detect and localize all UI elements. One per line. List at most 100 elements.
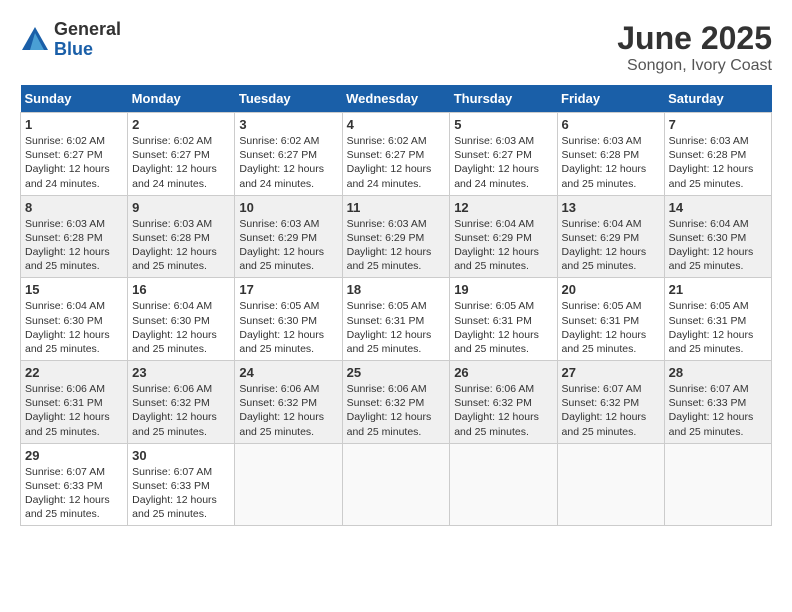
day-number: 26 [454,365,552,380]
day-number: 22 [25,365,123,380]
calendar-cell: 11 Sunrise: 6:03 AMSunset: 6:29 PMDayligh… [342,195,450,278]
calendar-cell: 8 Sunrise: 6:03 AMSunset: 6:28 PMDaylight… [21,195,128,278]
day-number: 30 [132,448,230,463]
calendar-header-row: Sunday Monday Tuesday Wednesday Thursday… [21,85,772,113]
header-monday: Monday [128,85,235,113]
day-info: Sunrise: 6:03 AMSunset: 6:28 PMDaylight:… [25,217,123,274]
day-info: Sunrise: 6:05 AMSunset: 6:31 PMDaylight:… [562,299,660,356]
day-number: 15 [25,282,123,297]
calendar-week-row: 22 Sunrise: 6:06 AMSunset: 6:31 PMDayligh… [21,361,772,444]
day-number: 6 [562,117,660,132]
day-number: 18 [347,282,446,297]
calendar-cell: 17 Sunrise: 6:05 AMSunset: 6:30 PMDayligh… [235,278,342,361]
calendar-cell: 4 Sunrise: 6:02 AMSunset: 6:27 PMDaylight… [342,113,450,196]
calendar-cell: 16 Sunrise: 6:04 AMSunset: 6:30 PMDayligh… [128,278,235,361]
day-number: 4 [347,117,446,132]
day-info: Sunrise: 6:05 AMSunset: 6:31 PMDaylight:… [347,299,446,356]
day-number: 24 [239,365,337,380]
calendar-cell: 12 Sunrise: 6:04 AMSunset: 6:29 PMDayligh… [450,195,557,278]
calendar-cell [664,443,771,526]
calendar-week-row: 15 Sunrise: 6:04 AMSunset: 6:30 PMDayligh… [21,278,772,361]
logo-blue: Blue [54,40,121,60]
day-number: 28 [669,365,767,380]
day-info: Sunrise: 6:04 AMSunset: 6:30 PMDaylight:… [25,299,123,356]
calendar-cell: 25 Sunrise: 6:06 AMSunset: 6:32 PMDayligh… [342,361,450,444]
calendar-week-row: 1Sunrise: 6:02 AMSunset: 6:27 PMDaylight… [21,113,772,196]
day-info: Sunrise: 6:02 AMSunset: 6:27 PMDaylight:… [347,134,446,191]
calendar-cell: 22 Sunrise: 6:06 AMSunset: 6:31 PMDayligh… [21,361,128,444]
main-title: June 2025 [617,20,772,57]
day-number: 13 [562,200,660,215]
day-number: 3 [239,117,337,132]
header-thursday: Thursday [450,85,557,113]
day-number: 9 [132,200,230,215]
calendar-cell: 30 Sunrise: 6:07 AMSunset: 6:33 PMDayligh… [128,443,235,526]
day-info: Sunrise: 6:04 AMSunset: 6:30 PMDaylight:… [669,217,767,274]
day-info: Sunrise: 6:06 AMSunset: 6:32 PMDaylight:… [454,382,552,439]
day-info: Sunrise: 6:06 AMSunset: 6:32 PMDaylight:… [347,382,446,439]
day-info: Sunrise: 6:03 AMSunset: 6:28 PMDaylight:… [562,134,660,191]
day-info: Sunrise: 6:04 AMSunset: 6:29 PMDaylight:… [454,217,552,274]
day-number: 2 [132,117,230,132]
day-number: 16 [132,282,230,297]
day-info: Sunrise: 6:04 AMSunset: 6:30 PMDaylight:… [132,299,230,356]
day-info: Sunrise: 6:03 AMSunset: 6:29 PMDaylight:… [347,217,446,274]
day-info: Sunrise: 6:02 AMSunset: 6:27 PMDaylight:… [239,134,337,191]
calendar-cell: 10 Sunrise: 6:03 AMSunset: 6:29 PMDayligh… [235,195,342,278]
calendar-cell: 23 Sunrise: 6:06 AMSunset: 6:32 PMDayligh… [128,361,235,444]
header-saturday: Saturday [664,85,771,113]
day-number: 29 [25,448,123,463]
day-number: 12 [454,200,552,215]
calendar-cell: 21 Sunrise: 6:05 AMSunset: 6:31 PMDayligh… [664,278,771,361]
day-info: Sunrise: 6:05 AMSunset: 6:30 PMDaylight:… [239,299,337,356]
day-info: Sunrise: 6:03 AMSunset: 6:27 PMDaylight:… [454,134,552,191]
calendar-cell: 18 Sunrise: 6:05 AMSunset: 6:31 PMDayligh… [342,278,450,361]
day-info: Sunrise: 6:07 AMSunset: 6:33 PMDaylight:… [25,465,123,522]
day-number: 17 [239,282,337,297]
day-number: 7 [669,117,767,132]
day-number: 27 [562,365,660,380]
day-number: 11 [347,200,446,215]
day-number: 23 [132,365,230,380]
day-info: Sunrise: 6:06 AMSunset: 6:31 PMDaylight:… [25,382,123,439]
day-info: Sunrise: 6:03 AMSunset: 6:29 PMDaylight:… [239,217,337,274]
title-block: June 2025 Songon, Ivory Coast [617,20,772,75]
day-info: Sunrise: 6:07 AMSunset: 6:33 PMDaylight:… [132,465,230,522]
calendar-cell: 15 Sunrise: 6:04 AMSunset: 6:30 PMDayligh… [21,278,128,361]
calendar-week-row: 29 Sunrise: 6:07 AMSunset: 6:33 PMDayligh… [21,443,772,526]
calendar: Sunday Monday Tuesday Wednesday Thursday… [20,85,772,526]
calendar-cell [557,443,664,526]
day-info: Sunrise: 6:07 AMSunset: 6:32 PMDaylight:… [562,382,660,439]
calendar-cell: 7 Sunrise: 6:03 AMSunset: 6:28 PMDaylight… [664,113,771,196]
day-number: 8 [25,200,123,215]
calendar-cell: 29 Sunrise: 6:07 AMSunset: 6:33 PMDayligh… [21,443,128,526]
day-info: Sunrise: 6:02 AMSunset: 6:27 PMDaylight:… [132,134,230,191]
day-info: Sunrise: 6:03 AMSunset: 6:28 PMDaylight:… [669,134,767,191]
calendar-cell: 26 Sunrise: 6:06 AMSunset: 6:32 PMDayligh… [450,361,557,444]
calendar-cell: 20Sunrise: 6:05 AMSunset: 6:31 PMDayligh… [557,278,664,361]
calendar-cell: 19 Sunrise: 6:05 AMSunset: 6:31 PMDayligh… [450,278,557,361]
day-info: Sunrise: 6:05 AMSunset: 6:31 PMDaylight:… [669,299,767,356]
day-number: 19 [454,282,552,297]
day-number: 21 [669,282,767,297]
calendar-cell [342,443,450,526]
day-info: Sunrise: 6:06 AMSunset: 6:32 PMDaylight:… [132,382,230,439]
calendar-cell: 2 Sunrise: 6:02 AMSunset: 6:27 PMDaylight… [128,113,235,196]
day-number: 25 [347,365,446,380]
day-info: Sunrise: 6:03 AMSunset: 6:28 PMDaylight:… [132,217,230,274]
subtitle: Songon, Ivory Coast [617,57,772,75]
calendar-week-row: 8 Sunrise: 6:03 AMSunset: 6:28 PMDaylight… [21,195,772,278]
logo-text: General Blue [54,20,121,60]
calendar-cell: 28 Sunrise: 6:07 AMSunset: 6:33 PMDayligh… [664,361,771,444]
calendar-cell: 24 Sunrise: 6:06 AMSunset: 6:32 PMDayligh… [235,361,342,444]
day-number: 10 [239,200,337,215]
day-number: 5 [454,117,552,132]
day-info: Sunrise: 6:02 AMSunset: 6:27 PMDaylight:… [25,134,123,191]
calendar-cell: 14 Sunrise: 6:04 AMSunset: 6:30 PMDayligh… [664,195,771,278]
logo-icon [20,25,50,55]
day-info: Sunrise: 6:06 AMSunset: 6:32 PMDaylight:… [239,382,337,439]
calendar-cell: 27 Sunrise: 6:07 AMSunset: 6:32 PMDayligh… [557,361,664,444]
day-info: Sunrise: 6:07 AMSunset: 6:33 PMDaylight:… [669,382,767,439]
day-number: 14 [669,200,767,215]
day-info: Sunrise: 6:05 AMSunset: 6:31 PMDaylight:… [454,299,552,356]
